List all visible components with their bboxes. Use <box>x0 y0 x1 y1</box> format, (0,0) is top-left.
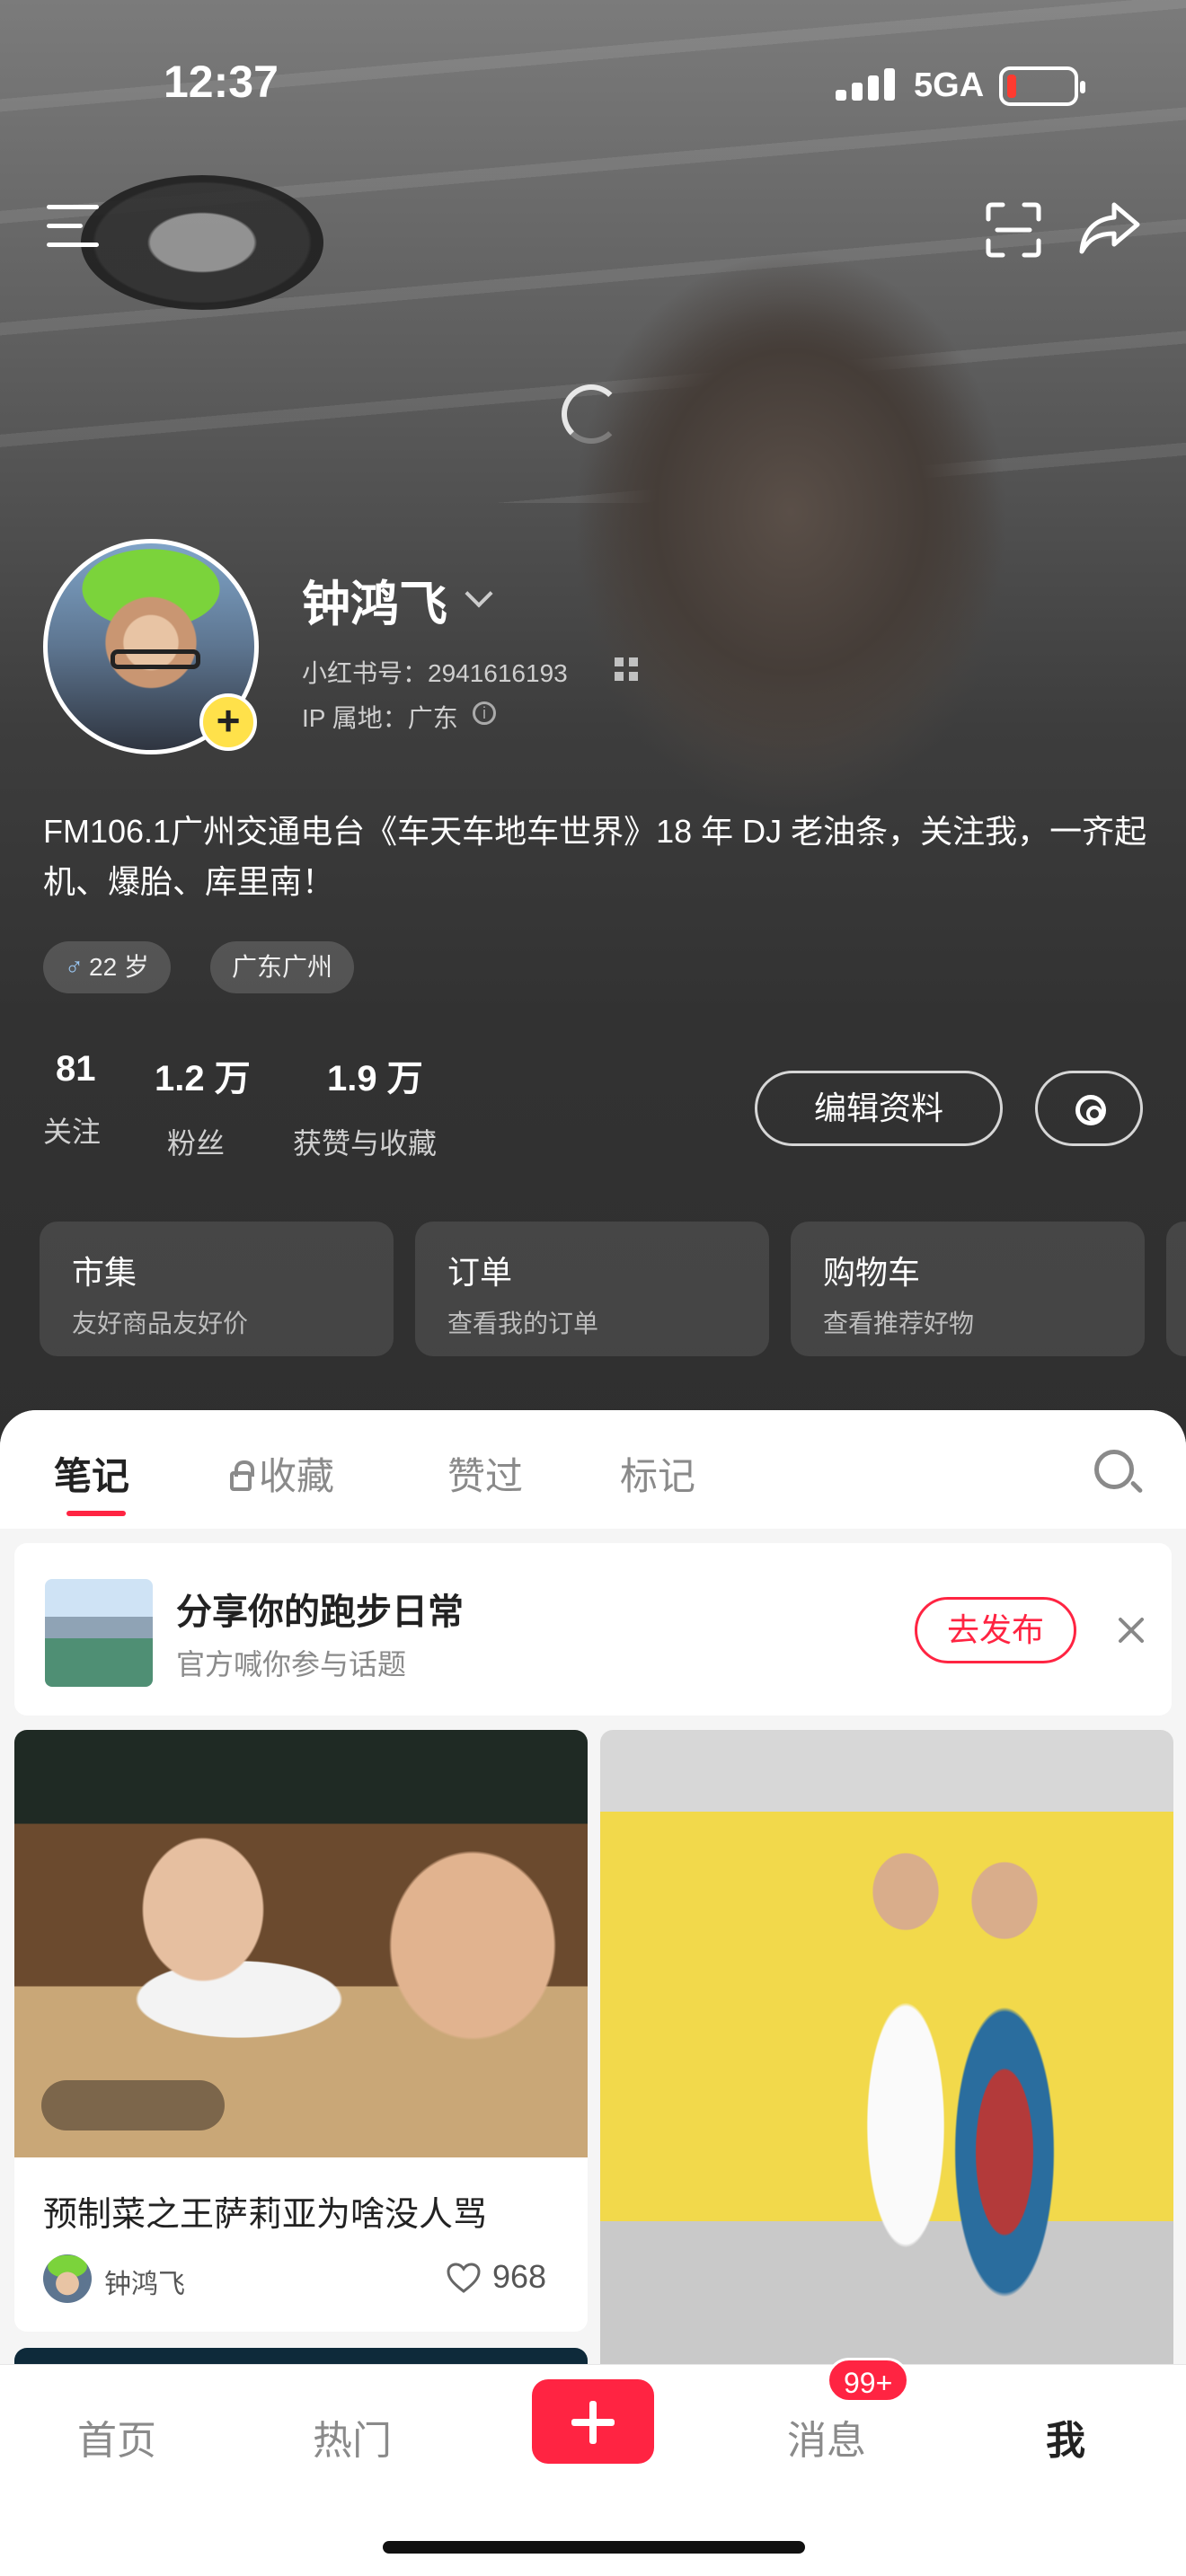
signal-icon <box>836 68 895 101</box>
gear-icon <box>1075 1095 1106 1125</box>
like-count: 968 <box>492 2258 547 2295</box>
status-bar: 12:37 5GA <box>0 0 1186 171</box>
edit-profile-button[interactable]: 编辑资料 <box>755 1071 1003 1146</box>
stat-label: 获赞与收藏 <box>293 1127 438 1160</box>
heart-icon[interactable] <box>446 2262 482 2294</box>
menu-icon[interactable] <box>47 205 99 248</box>
tab-collect-label: 收藏 <box>259 1455 335 1497</box>
settings-button[interactable] <box>1035 1071 1143 1146</box>
card-subtitle: 友好商品友好价 <box>72 1310 249 1337</box>
profile-bio: FM106.1广州交通电台《车天车地车世界》18 年 DJ 老油条，关注我，一齐… <box>43 813 1147 900</box>
network-type: 5GA <box>914 66 985 104</box>
nav-hot[interactable]: 热门 <box>313 2408 392 2466</box>
author-avatar[interactable] <box>43 2254 92 2303</box>
note-card[interactable]: 预制菜之王萨莉亚为啥没人骂 钟鸿飞 968 <box>14 1730 588 2332</box>
background-portrait <box>449 189 1186 835</box>
note-photo <box>600 1730 1173 2413</box>
stat-followers[interactable]: 1.2 万 粉丝 <box>155 1049 251 1162</box>
stat-label: 关注 <box>43 1116 102 1148</box>
messages-badge: 99+ <box>827 2358 910 2403</box>
close-icon[interactable] <box>1116 1615 1146 1645</box>
location-tag: 广东广州 <box>210 941 355 993</box>
publish-plus-button[interactable] <box>532 2379 654 2464</box>
card-subtitle: 查看我的订单 <box>447 1310 599 1337</box>
tab-bar: 笔记 收藏 赞过 标记 <box>0 1410 1186 1529</box>
card-subtitle: 查看推荐好物 <box>823 1310 975 1337</box>
qr-code-icon[interactable] <box>615 657 638 681</box>
publish-button[interactable]: 去发布 <box>915 1597 1076 1663</box>
banner-thumbnail <box>45 1579 153 1687</box>
banner-title: 分享你的跑步日常 <box>176 1592 464 1632</box>
nav-messages[interactable]: 消息 <box>787 2408 866 2466</box>
search-icon[interactable] <box>1094 1450 1134 1489</box>
loading-spinner-icon <box>562 384 621 444</box>
battery-icon <box>999 66 1085 106</box>
stat-label: 粉丝 <box>167 1127 226 1160</box>
bottom-nav: 首页 热门 消息 99+ 我 <box>0 2358 1186 2576</box>
note-card[interactable] <box>600 1730 1173 2413</box>
scan-icon[interactable] <box>985 201 1042 259</box>
lock-icon <box>230 1460 254 1491</box>
topic-banner[interactable]: 分享你的跑步日常 官方喊你参与话题 去发布 <box>14 1543 1172 1716</box>
background-tire <box>81 175 323 310</box>
age-tag: ♂ 22 岁 <box>43 941 171 993</box>
share-icon[interactable] <box>1078 199 1143 257</box>
profile-name: 钟鸿飞 <box>302 578 447 631</box>
stat-likes[interactable]: 1.9 万 获赞与收藏 <box>293 1049 437 1162</box>
ip-location: IP 属地：广东 <box>302 704 458 732</box>
age-label: 22 岁 <box>89 953 149 981</box>
user-id: 小红书号：2941616193 <box>302 659 568 687</box>
note-author[interactable]: 钟鸿飞 <box>104 2262 185 2301</box>
status-time: 12:37 <box>164 57 279 107</box>
note-title: 预制菜之王萨莉亚为啥没人骂 <box>43 2196 488 2234</box>
card-orders[interactable]: 订单 查看我的订单 <box>415 1222 769 1356</box>
tab-collect[interactable]: 收藏 <box>230 1446 334 1501</box>
card-title: 市集 <box>72 1254 137 1291</box>
stat-following[interactable]: 81 关注 <box>43 1049 101 1151</box>
tab-marked[interactable]: 标记 <box>620 1446 695 1501</box>
card-more[interactable] <box>1166 1222 1186 1356</box>
card-title: 购物车 <box>823 1254 921 1291</box>
stat-number: 1.2 万 <box>155 1059 251 1098</box>
tab-indicator <box>66 1511 126 1516</box>
stat-number: 1.9 万 <box>327 1059 423 1098</box>
male-icon: ♂ <box>65 953 84 981</box>
home-indicator <box>383 2541 805 2554</box>
photo-overlay-pill <box>41 2080 225 2130</box>
nav-me[interactable]: 我 <box>1046 2408 1085 2466</box>
add-avatar-icon[interactable]: + <box>199 693 257 751</box>
banner-subtitle: 官方喊你参与话题 <box>176 1648 407 1681</box>
info-icon[interactable]: i <box>473 701 496 725</box>
stat-number: 81 <box>56 1049 96 1089</box>
nav-home[interactable]: 首页 <box>77 2408 156 2466</box>
tab-notes[interactable]: 笔记 <box>54 1446 129 1501</box>
card-market[interactable]: 市集 友好商品友好价 <box>40 1222 394 1356</box>
card-cart[interactable]: 购物车 查看推荐好物 <box>791 1222 1145 1356</box>
tab-liked[interactable]: 赞过 <box>447 1446 523 1501</box>
card-title: 订单 <box>447 1254 513 1291</box>
